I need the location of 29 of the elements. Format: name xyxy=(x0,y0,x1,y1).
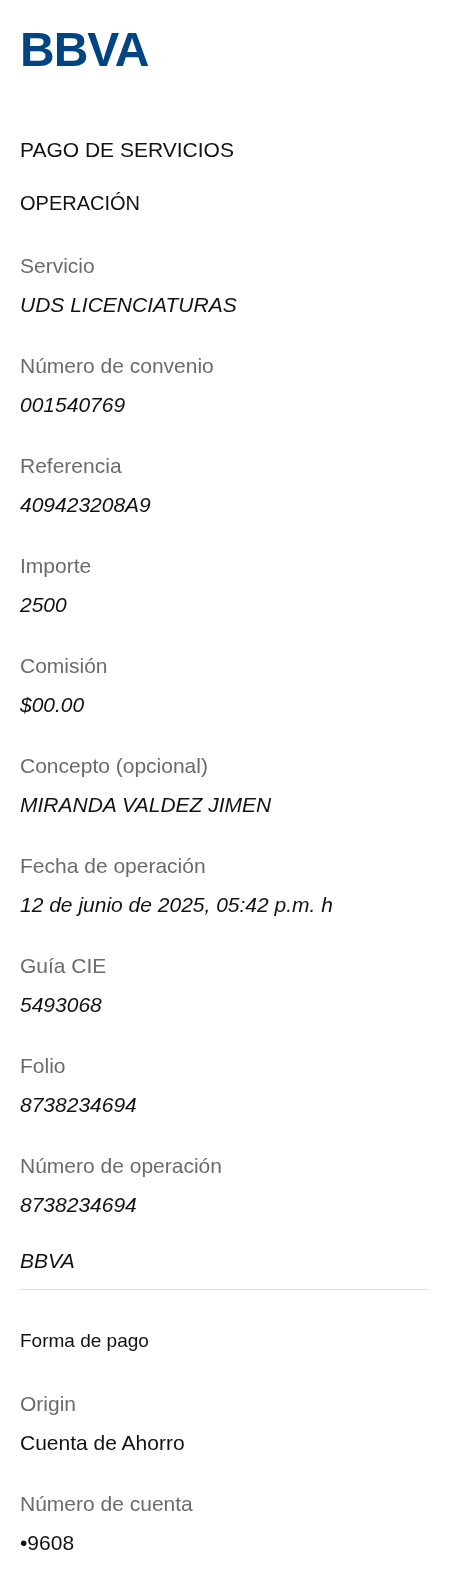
page-title: PAGO DE SERVICIOS xyxy=(20,137,235,163)
field-value: 2500 xyxy=(20,592,68,618)
field-label: Importe xyxy=(20,553,93,579)
field-label: Referencia xyxy=(20,453,123,479)
field-value: MIRANDA VALDEZ JIMEN xyxy=(20,792,273,818)
field-value: 001540769 xyxy=(20,392,127,418)
field-label: Fecha de operación xyxy=(20,853,207,879)
field-value: $00.00 xyxy=(20,692,86,718)
field-label: Número de convenio xyxy=(20,353,215,379)
field-value: •9608 xyxy=(20,1530,76,1556)
field-value: 409423208A9 xyxy=(20,492,152,518)
field-label: Número de cuenta xyxy=(20,1491,194,1517)
field-label: Origin xyxy=(20,1391,78,1417)
field-value: 8738234694 xyxy=(20,1092,138,1118)
field-value: 12 de junio de 2025, 05:42 p.m. h xyxy=(20,892,334,918)
section-title: Forma de pago xyxy=(20,1329,150,1353)
field-label: Guía CIE xyxy=(20,953,108,979)
field-value: 5493068 xyxy=(20,992,103,1018)
field-label: Comisión xyxy=(20,653,109,679)
field-label: Concepto (opcional) xyxy=(20,753,209,779)
section-title: OPERACIÓN xyxy=(20,191,142,216)
field-value: 8738234694 xyxy=(20,1192,138,1218)
bank-name: BBVA xyxy=(20,1248,76,1274)
field-label: Servicio xyxy=(20,253,96,279)
field-value: Cuenta de Ahorro xyxy=(20,1430,186,1456)
field-value: UDS LICENCIATURAS xyxy=(20,292,238,318)
field-label: Número de operación xyxy=(20,1153,223,1179)
logo: BBVA xyxy=(20,26,149,74)
field-label: Folio xyxy=(20,1053,67,1079)
